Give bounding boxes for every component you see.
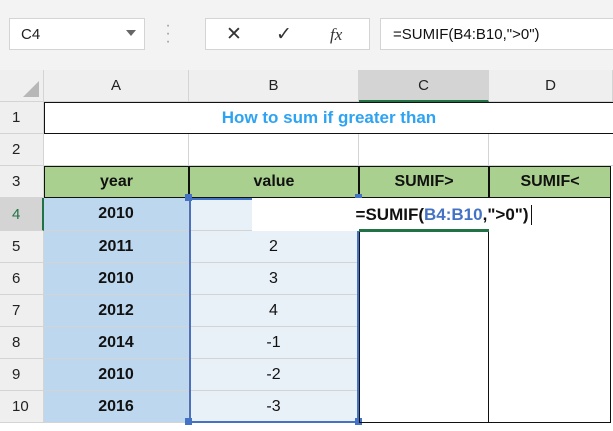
year-cell[interactable]: 2010 [44, 359, 189, 391]
chevron-down-icon[interactable] [126, 30, 136, 36]
header-year[interactable]: year [44, 166, 189, 198]
row-header-9[interactable]: 9 [0, 359, 44, 391]
name-box-value: C4 [21, 26, 41, 43]
column-header-c[interactable]: C [359, 70, 489, 102]
title-cell[interactable]: How to sum if greater than [44, 102, 613, 134]
insert-function-icon[interactable]: fx [330, 25, 342, 45]
value-cell[interactable]: -3 [189, 391, 359, 423]
active-cell-c4-editor[interactable]: =SUMIF(B4:B10,">0") [252, 198, 542, 231]
select-all-corner[interactable] [0, 70, 44, 102]
column-header-a[interactable]: A [44, 70, 189, 102]
value-cell[interactable]: 4 [189, 295, 359, 327]
value-cell[interactable]: 2 [189, 231, 359, 263]
formula-input[interactable]: =SUMIF(B4:B10,">0") [380, 18, 613, 50]
cell-a2[interactable] [44, 134, 189, 166]
splitter-handle-icon[interactable]: · · · [165, 18, 171, 50]
header-sumif-less[interactable]: SUMIF< [489, 166, 611, 198]
cell-b2[interactable] [189, 134, 359, 166]
row-header-6[interactable]: 6 [0, 263, 44, 295]
formula-bar-area: C4 · · · ✕ ✓ fx =SUMIF(B4:B10,">0") [0, 0, 613, 70]
enter-icon[interactable]: ✓ [276, 23, 292, 46]
cancel-icon[interactable]: ✕ [226, 23, 242, 46]
formula-range: B4:B10 [424, 204, 483, 224]
page-title: How to sum if greater than [221, 108, 437, 127]
row-header-10[interactable]: 10 [0, 391, 44, 423]
header-sumif-greater[interactable]: SUMIF> [359, 166, 489, 198]
formula-buttons: ✕ ✓ fx [205, 18, 370, 50]
sumif-less-results[interactable] [489, 198, 611, 423]
cell-c2[interactable] [359, 134, 489, 166]
formula-prefix: =SUMIF( [355, 204, 425, 224]
row-header-8[interactable]: 8 [0, 327, 44, 359]
header-value[interactable]: value [189, 166, 359, 198]
year-cell[interactable]: 2016 [44, 391, 189, 423]
row-header-2[interactable]: 2 [0, 134, 44, 166]
value-cell[interactable]: -1 [189, 327, 359, 359]
sumif-greater-results[interactable] [359, 231, 489, 423]
year-cell[interactable]: 2012 [44, 295, 189, 327]
row-header-7[interactable]: 7 [0, 295, 44, 327]
row-header-1[interactable]: 1 [0, 102, 44, 134]
range-handle-icon[interactable] [185, 418, 192, 425]
editing-formula: =SUMIF(B4:B10,">0") [356, 205, 529, 225]
year-cell[interactable]: 2010 [44, 263, 189, 295]
value-cell[interactable]: -2 [189, 359, 359, 391]
range-handle-icon[interactable] [185, 194, 192, 201]
value-cell[interactable]: 3 [189, 263, 359, 295]
triangle-icon [23, 81, 39, 97]
row-header-5[interactable]: 5 [0, 231, 44, 263]
text-cursor [530, 204, 532, 225]
year-cell[interactable]: 2014 [44, 327, 189, 359]
row-header-4[interactable]: 4 [0, 198, 44, 231]
column-header-b[interactable]: B [189, 70, 359, 102]
cell-d2[interactable] [489, 134, 613, 166]
year-cell[interactable]: 2010 [44, 198, 189, 231]
active-cell-border [359, 229, 489, 232]
formula-suffix: ,">0") [482, 204, 529, 224]
column-header-d[interactable]: D [489, 70, 613, 102]
formula-text: =SUMIF(B4:B10,">0") [393, 26, 540, 43]
row-header-3[interactable]: 3 [0, 166, 44, 198]
year-cell[interactable]: 2011 [44, 231, 189, 263]
name-box[interactable]: C4 [9, 18, 145, 50]
